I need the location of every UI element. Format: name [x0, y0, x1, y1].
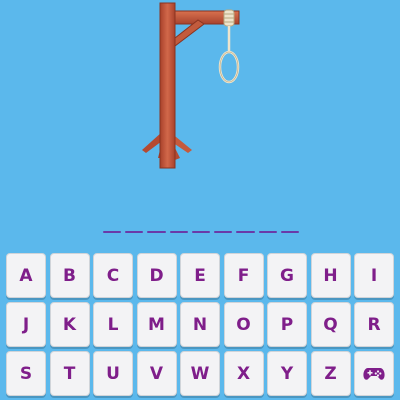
letter-key-t[interactable]: T — [49, 351, 90, 396]
letter-key-label: G — [280, 265, 294, 286]
letter-slot — [103, 231, 122, 233]
letter-key-j[interactable]: J — [6, 302, 46, 347]
letter-key-i[interactable]: I — [354, 253, 394, 298]
letter-key-m[interactable]: M — [136, 302, 177, 347]
letter-key-label: Y — [280, 363, 294, 384]
letter-key-x[interactable]: X — [223, 351, 264, 396]
letter-key-g[interactable]: G — [267, 253, 307, 298]
letter-key-label: R — [367, 314, 381, 335]
letter-key-l[interactable]: L — [93, 302, 133, 347]
letter-key-r[interactable]: R — [354, 302, 394, 347]
letter-key-label: K — [62, 314, 77, 335]
letter-key-label: N — [192, 314, 208, 335]
letter-key-label: J — [22, 314, 30, 335]
gallows — [142, 2, 240, 169]
letter-key-z[interactable]: Z — [310, 351, 351, 396]
letter-key-f[interactable]: F — [223, 253, 264, 298]
letter-key-v[interactable]: V — [136, 351, 177, 396]
letter-key-label: E — [194, 265, 206, 286]
letter-keyboard: A B C D E F G H I J K L M N O P Q R S T U V W X Y Z — [6, 253, 397, 400]
letter-slot — [280, 231, 299, 233]
letter-key-label: U — [106, 363, 120, 384]
letter-key-d[interactable]: D — [136, 253, 177, 298]
letter-key-k[interactable]: K — [49, 302, 90, 347]
letter-slot — [169, 231, 188, 233]
letter-slot — [214, 231, 233, 233]
letter-key-y[interactable]: Y — [267, 351, 307, 396]
letter-key-label: L — [107, 314, 119, 335]
letter-key-h[interactable]: H — [310, 253, 351, 298]
letter-key-b[interactable]: B — [49, 253, 90, 298]
letter-key-label: P — [280, 314, 294, 335]
letter-key-label: S — [19, 363, 33, 384]
letter-slot — [191, 231, 211, 233]
letter-key-label: A — [19, 265, 33, 286]
letter-key-label: W — [190, 363, 210, 384]
letter-key-label: T — [63, 363, 76, 384]
letter-key-label: B — [63, 265, 76, 286]
letter-key-u[interactable]: U — [93, 351, 133, 396]
letter-key-a[interactable]: A — [6, 253, 46, 298]
letter-key-s[interactable]: S — [6, 351, 46, 396]
letter-key-label: F — [237, 265, 250, 286]
letter-key-n[interactable]: N — [180, 302, 220, 347]
letter-key-label: I — [370, 265, 378, 286]
letter-key-label: Z — [324, 363, 337, 384]
word-slots — [103, 228, 299, 236]
letter-key-label: V — [149, 363, 164, 384]
letter-key-o[interactable]: O — [223, 302, 264, 347]
letter-key-label: O — [236, 314, 251, 335]
letter-key-w[interactable]: W — [180, 351, 220, 396]
letter-key-label: X — [236, 363, 251, 384]
letter-key-c[interactable]: C — [93, 253, 133, 298]
letter-slot — [147, 231, 166, 233]
letter-key-label: Q — [323, 314, 338, 335]
letter-key-q[interactable]: Q — [310, 302, 351, 347]
letter-key-label: H — [323, 265, 338, 286]
letter-key-e[interactable]: E — [180, 253, 220, 298]
letter-key-p[interactable]: P — [267, 302, 307, 347]
letter-key-label: M — [148, 314, 165, 335]
letter-key-label: D — [149, 265, 164, 286]
letter-slot — [258, 231, 277, 233]
letter-slot — [236, 231, 255, 233]
gamepad-button[interactable] — [354, 351, 394, 396]
gamepad-icon — [363, 367, 385, 380]
letter-key-label: C — [106, 265, 120, 286]
letter-slot — [125, 231, 144, 233]
